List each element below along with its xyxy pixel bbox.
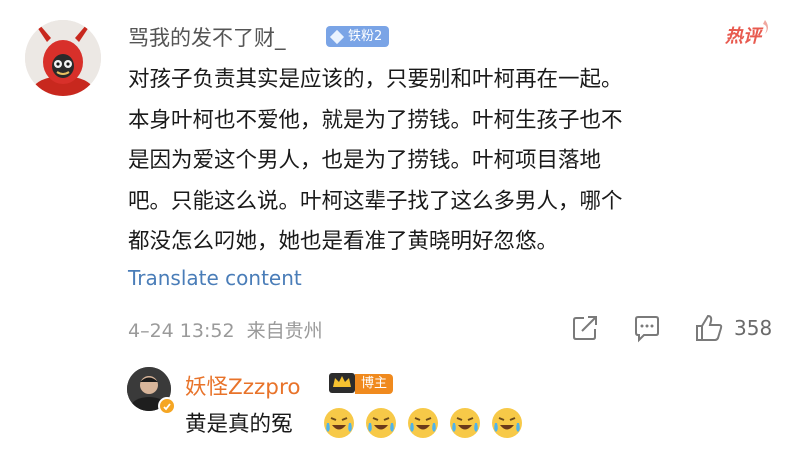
commenter-username[interactable]: 骂我的发不了财_: [128, 22, 286, 52]
comment-line: 本身叶柯也不爱他，就是为了捞钱。叶柯生孩子也不: [128, 107, 623, 133]
fan-level-badge[interactable]: 铁粉2: [326, 26, 390, 47]
verified-icon: [158, 397, 176, 415]
laugh-cry-emoji-icon: [408, 408, 438, 438]
hot-label: 热评: [725, 26, 761, 47]
laugh-cry-emoji-icon: [450, 408, 480, 438]
share-icon: [573, 316, 597, 340]
location: 来自贵州: [246, 320, 323, 342]
laugh-cry-emoji-icon: [324, 408, 354, 438]
comment-line: 都没怎么叼她，她也是看准了黄晓明好忽悠。: [128, 229, 559, 255]
hot-comment-badge: 热评: [725, 18, 773, 48]
fan-badge-label: 铁粉2: [348, 29, 383, 44]
reply-text: 黄是真的冤: [185, 412, 293, 437]
comment-icon: [635, 316, 659, 343]
emoji-row: [322, 406, 524, 440]
like-button[interactable]: [694, 313, 724, 343]
translate-link[interactable]: Translate content: [128, 266, 302, 290]
comment-line: 对孩子负责其实是应该的，只要别和叶柯再在一起。: [128, 67, 623, 92]
comment-meta: 4–24 13:52 来自贵州: [128, 316, 323, 343]
replier-username[interactable]: 妖怪Zzzpro: [185, 370, 300, 401]
timestamp: 4–24 13:52: [128, 320, 235, 342]
blogger-badge: 博主: [355, 374, 394, 394]
like-count: 358: [734, 316, 773, 340]
comment-line: 吧。只能这么说。叶柯这辈子找了这么多男人，哪个: [128, 188, 623, 214]
share-button[interactable]: [570, 313, 600, 343]
reply-button[interactable]: [632, 313, 662, 343]
laugh-cry-emoji-icon: [492, 408, 522, 438]
laugh-cry-emoji-icon: [366, 408, 396, 438]
diamond-icon: [329, 29, 345, 44]
crown-icon: [327, 369, 357, 395]
comment-line: 是因为爱这个男人，也是为了捞钱。叶柯项目落地: [128, 148, 602, 174]
commenter-avatar[interactable]: [25, 20, 101, 96]
comment-body: 对孩子负责其实是应该的，只要别和叶柯再在一起。 本身叶柯也不爱他，就是为了捞钱。…: [128, 60, 768, 263]
thumbs-up-icon: [696, 314, 723, 341]
